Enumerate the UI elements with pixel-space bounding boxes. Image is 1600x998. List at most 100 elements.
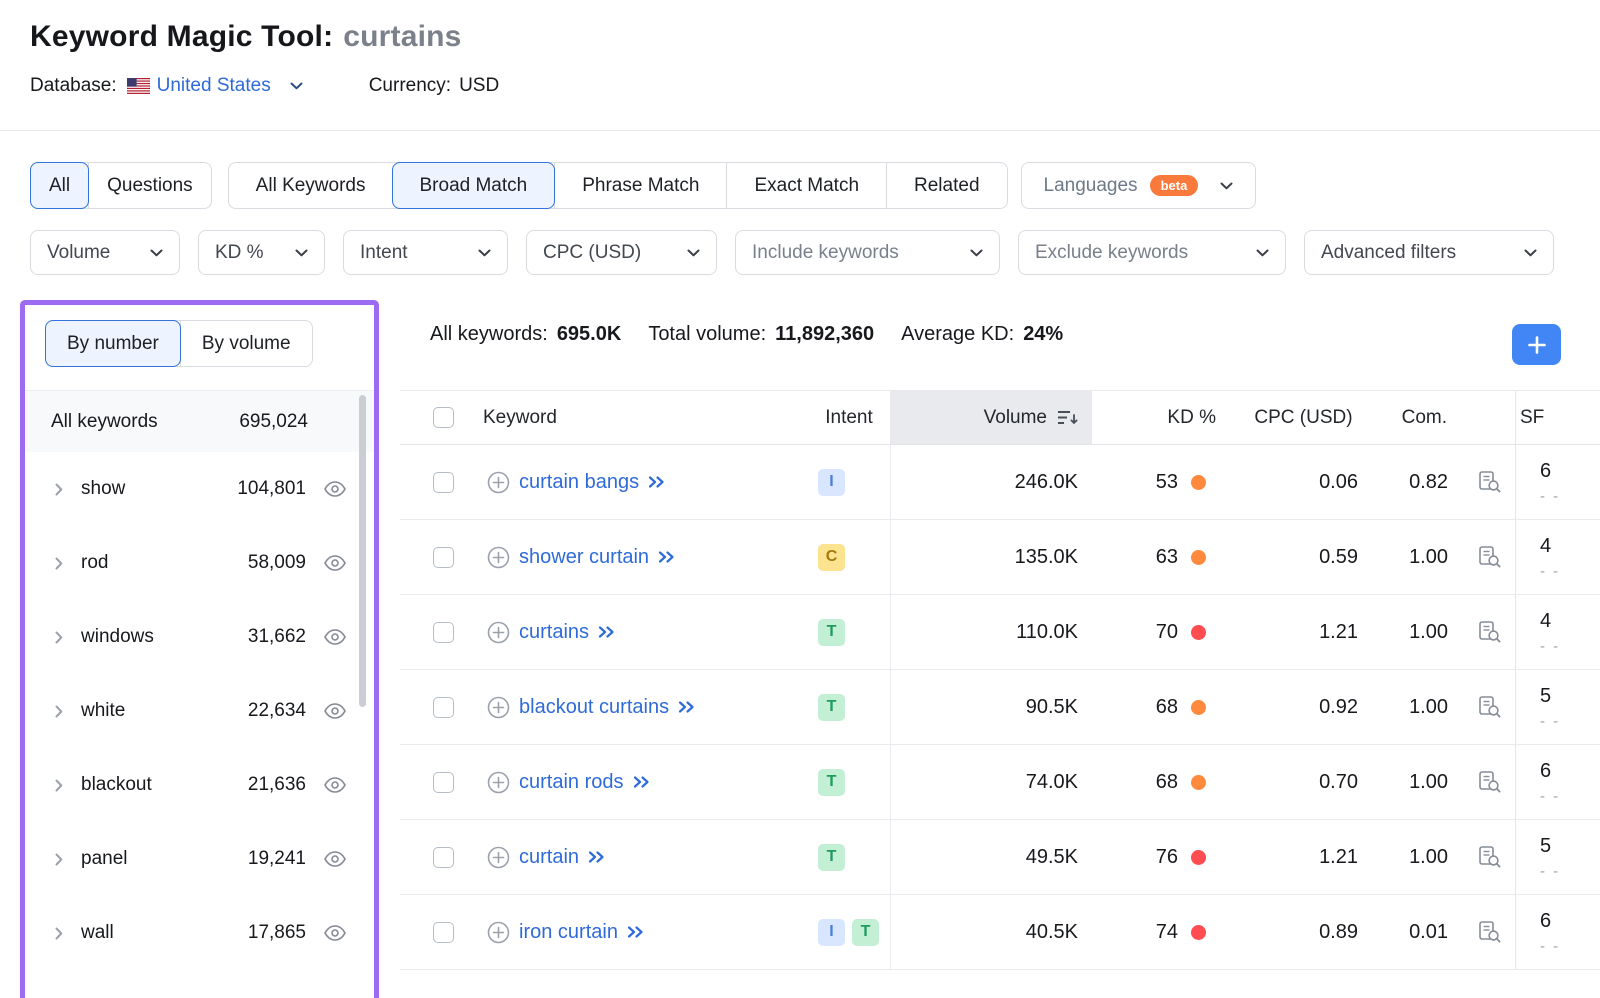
intent-badge-t: T [818,619,845,646]
chevron-right-icon[interactable] [55,853,65,866]
keyword-link[interactable]: shower curtain [519,546,649,569]
all-keywords-row[interactable]: All keywords 695,024 [25,390,374,452]
eye-icon[interactable] [324,629,346,645]
keyword-group-row[interactable]: white22,634 [25,674,374,748]
chevron-right-icon[interactable] [55,779,65,792]
open-in-new-icon[interactable] [658,550,676,564]
kd-value: 68 [1156,771,1178,794]
add-keyword-icon[interactable] [487,471,510,494]
tab-questions[interactable]: Questions [88,163,211,208]
page-header: Keyword Magic Tool:curtains Database: Un… [0,0,1600,97]
col-header-sf[interactable]: SF [1515,391,1600,444]
chevron-right-icon[interactable] [55,557,65,570]
chevron-right-icon[interactable] [55,927,65,940]
toggle-by-volume[interactable]: By volume [180,321,312,366]
open-in-new-icon[interactable] [648,475,666,489]
col-header-volume[interactable]: Volume [890,391,1092,444]
serp-preview-icon[interactable] [1477,695,1502,719]
row-checkbox[interactable] [433,922,454,943]
chevron-right-icon[interactable] [55,705,65,718]
add-keyword-icon[interactable] [487,621,510,644]
filter-exclude-keywords[interactable]: Exclude keywords [1018,230,1286,275]
keyword-group-row[interactable]: rod58,009 [25,526,374,600]
serp-preview-icon[interactable] [1477,545,1502,569]
filter-advanced-filters[interactable]: Advanced filters [1304,230,1554,275]
open-in-new-icon[interactable] [678,700,696,714]
eye-icon[interactable] [324,703,346,719]
filter-volume[interactable]: Volume [30,230,180,275]
keyword-link[interactable]: curtains [519,621,589,644]
col-header-com[interactable]: Com. [1375,407,1457,429]
filter-intent[interactable]: Intent [343,230,508,275]
row-checkbox[interactable] [433,622,454,643]
serp-preview-icon[interactable] [1477,470,1502,494]
table-row: shower curtainC135.0K630.591.004- - [400,520,1600,595]
open-in-new-icon[interactable] [633,775,651,789]
serp-preview-icon[interactable] [1477,770,1502,794]
tab-label: Related [914,175,980,197]
volume-cell: 110.0K [890,595,1092,669]
keyword-link[interactable]: curtain [519,846,579,869]
open-in-new-icon[interactable] [588,850,606,864]
group-count: 17,865 [248,922,306,944]
chevron-down-icon [1256,249,1269,257]
eye-icon[interactable] [324,555,346,571]
keyword-group-row[interactable]: show104,801 [25,452,374,526]
add-keyword-icon[interactable] [487,696,510,719]
open-in-new-icon[interactable] [627,925,645,939]
row-checkbox-cell [400,847,462,868]
select-all-checkbox[interactable] [433,407,454,428]
col-header-cpc[interactable]: CPC (USD) [1232,407,1375,429]
col-header-kd[interactable]: KD % [1092,407,1232,429]
sf-value: 5 [1540,685,1600,708]
tab-all-keywords[interactable]: All Keywords [229,163,393,208]
chevron-down-icon [478,249,491,257]
row-checkbox[interactable] [433,472,454,493]
serp-preview-icon[interactable] [1477,620,1502,644]
chevron-right-icon[interactable] [55,483,65,496]
filter-include-keywords[interactable]: Include keywords [735,230,1000,275]
tab-all[interactable]: All [30,162,89,209]
keyword-group-row[interactable]: wall17,865 [25,896,374,970]
keyword-group-row[interactable]: windows31,662 [25,600,374,674]
keyword-link[interactable]: curtain bangs [519,471,639,494]
row-checkbox[interactable] [433,547,454,568]
add-keyword-icon[interactable] [487,846,510,869]
add-keyword-icon[interactable] [487,771,510,794]
eye-icon[interactable] [324,851,346,867]
keyword-group-row[interactable]: blackout21,636 [25,748,374,822]
chevron-right-icon[interactable] [55,631,65,644]
cpc-cell: 0.89 [1232,921,1375,944]
tab-phrase-match[interactable]: Phrase Match [554,163,726,208]
row-checkbox[interactable] [433,697,454,718]
add-to-list-button[interactable] [1512,324,1561,365]
serp-preview-icon[interactable] [1477,920,1502,944]
tab-related[interactable]: Related [886,163,1007,208]
add-keyword-icon[interactable] [487,546,510,569]
keyword-link[interactable]: curtain rods [519,771,624,794]
eye-icon[interactable] [324,925,346,941]
serp-preview-icon[interactable] [1477,845,1502,869]
keyword-group-row[interactable]: panel19,241 [25,822,374,896]
toggle-by-number[interactable]: By number [45,320,181,367]
table-body: curtain bangsI246.0K530.060.826- -shower… [400,445,1600,970]
sidebar-scrollbar[interactable] [359,395,366,707]
add-keyword-icon[interactable] [487,921,510,944]
row-checkbox-cell [400,922,462,943]
keyword-link[interactable]: iron curtain [519,921,618,944]
row-checkbox[interactable] [433,772,454,793]
tab-exact-match[interactable]: Exact Match [726,163,886,208]
database-selector[interactable]: United States [157,75,303,97]
languages-dropdown[interactable]: Languages beta [1021,162,1257,209]
eye-icon[interactable] [324,777,346,793]
filter-cpc-usd[interactable]: CPC (USD) [526,230,717,275]
open-in-new-icon[interactable] [598,625,616,639]
eye-icon[interactable] [324,481,346,497]
filter-kd[interactable]: KD % [198,230,325,275]
tab-broad-match[interactable]: Broad Match [392,162,556,209]
chevron-down-icon [1220,182,1233,190]
row-checkbox[interactable] [433,847,454,868]
keyword-link[interactable]: blackout curtains [519,696,669,719]
row-checkbox-cell [400,697,462,718]
volume-cell: 49.5K [890,820,1092,894]
